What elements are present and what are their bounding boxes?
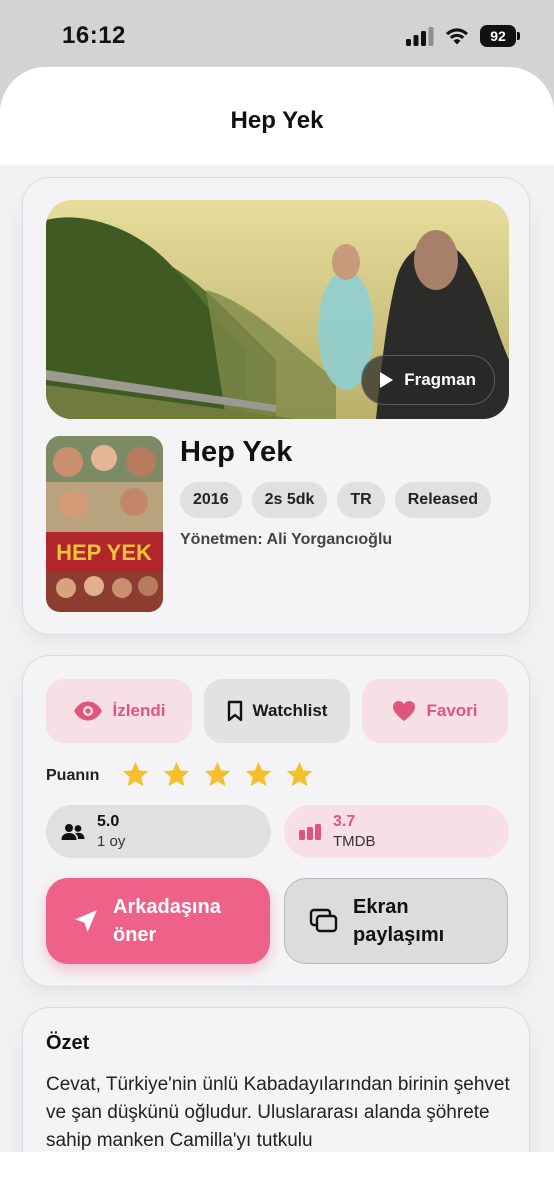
rating-stars[interactable] bbox=[121, 760, 314, 789]
star-icon[interactable] bbox=[162, 760, 191, 789]
screen-share-icon bbox=[309, 908, 338, 933]
sheet-header: Hep Yek bbox=[0, 67, 554, 165]
signal-icon bbox=[406, 27, 434, 46]
watched-button[interactable]: İzlendi bbox=[46, 679, 192, 743]
backdrop-image: Fragman bbox=[46, 200, 509, 419]
movie-meta-chips: 2016 2s 5dk TR Released bbox=[180, 482, 491, 518]
tmdb-score-source: TMDB bbox=[333, 832, 376, 850]
movie-poster: HEP YEK bbox=[46, 436, 163, 612]
people-icon bbox=[61, 823, 85, 840]
movie-title: Hep Yek bbox=[180, 436, 293, 468]
bookmark-icon bbox=[227, 700, 242, 722]
wifi-icon bbox=[446, 28, 468, 45]
year-chip: 2016 bbox=[180, 482, 242, 518]
movie-info-card: Fragman HEP YEK Hep Yek 2016 2s 5dk TR R… bbox=[22, 177, 530, 635]
user-score-pill: 5.0 1 oy bbox=[46, 805, 271, 858]
recommend-label: Arkadaşına öner bbox=[113, 896, 221, 946]
status-time: 16:12 bbox=[62, 22, 126, 49]
heart-icon bbox=[393, 701, 416, 721]
user-score-votes: 1 oy bbox=[97, 832, 126, 850]
detail-sheet: Hep Yek Fragman HEP YEK Hep Yek 2016 2s … bbox=[0, 67, 554, 1152]
watchlist-button[interactable]: Watchlist bbox=[204, 679, 350, 743]
home-indicator-area bbox=[0, 1152, 554, 1199]
status-chip: Released bbox=[394, 482, 491, 518]
rating-label: Puanın bbox=[46, 767, 100, 784]
recommend-button[interactable]: Arkadaşına öner bbox=[46, 878, 270, 964]
status-icons: 92 bbox=[406, 25, 520, 47]
page-title: Hep Yek bbox=[230, 107, 324, 134]
director-label: Yönetmen: Ali Yorgancıoğlu bbox=[180, 531, 393, 548]
play-icon bbox=[380, 372, 394, 388]
watchlist-label: Watchlist bbox=[252, 701, 328, 720]
actions-card: İzlendi Watchlist Favori Puanın 5.0 1 oy… bbox=[22, 655, 530, 987]
bar-chart-icon bbox=[299, 823, 321, 840]
star-icon[interactable] bbox=[285, 760, 314, 789]
screen-share-label: Ekran paylaşımı bbox=[353, 896, 445, 946]
user-score-value: 5.0 bbox=[97, 812, 120, 830]
screen-share-button[interactable]: Ekran paylaşımı bbox=[284, 878, 508, 964]
summary-text: Cevat, Türkiye'nin ünlü Kabadayılarından… bbox=[46, 1074, 510, 1151]
favorite-button[interactable]: Favori bbox=[362, 679, 508, 743]
poster-title: HEP YEK bbox=[56, 540, 152, 565]
eye-icon bbox=[73, 701, 102, 721]
battery-icon: 92 bbox=[480, 25, 520, 47]
star-icon[interactable] bbox=[203, 760, 232, 789]
star-icon[interactable] bbox=[244, 760, 273, 789]
send-icon bbox=[75, 910, 97, 932]
tmdb-score-value: 3.7 bbox=[333, 812, 356, 830]
trailer-label: Fragman bbox=[404, 370, 476, 389]
star-icon[interactable] bbox=[121, 760, 150, 789]
summary-title: Özet bbox=[46, 1032, 90, 1054]
watched-label: İzlendi bbox=[112, 701, 166, 720]
trailer-button[interactable]: Fragman bbox=[361, 355, 495, 405]
favorite-label: Favori bbox=[426, 701, 478, 720]
summary-card: Özet Cevat, Türkiye'nin ünlü Kabadayılar… bbox=[22, 1007, 530, 1152]
country-chip: TR bbox=[337, 482, 385, 518]
status-bar: 16:12 92 bbox=[0, 0, 554, 70]
runtime-chip: 2s 5dk bbox=[251, 482, 328, 518]
tmdb-score-pill: 3.7 TMDB bbox=[284, 805, 509, 858]
poster-illustration: HEP YEK bbox=[46, 436, 163, 612]
battery-level: 92 bbox=[490, 28, 506, 44]
